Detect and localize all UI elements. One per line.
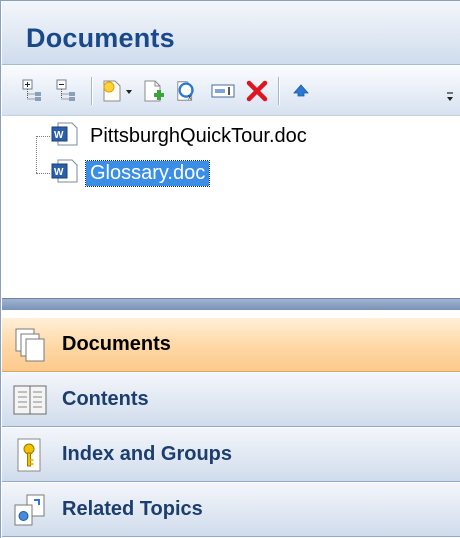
collapse-all-icon[interactable] — [55, 79, 79, 103]
panel-title: Documents — [26, 23, 175, 53]
nav-item-label: Related Topics — [62, 498, 203, 520]
toolbar-overflow-icon[interactable] — [445, 85, 455, 109]
nav-item-label: Contents — [62, 388, 149, 410]
svg-text:W: W — [54, 167, 64, 178]
panel-header: Documents — [2, 1, 460, 65]
tree-connector — [36, 136, 37, 173]
tree-item-label: PittsburghQuickTour.doc — [90, 124, 307, 147]
tree-item[interactable]: W PittsburghQuickTour.doc — [50, 121, 311, 151]
related-topics-icon — [12, 492, 48, 528]
document-tree: W PittsburghQuickTour.doc W Glossary.doc — [2, 116, 460, 298]
add-document-icon[interactable] — [142, 79, 166, 103]
tree-item-label: Glossary.doc — [84, 159, 211, 187]
documents-toolbar: x — [2, 65, 460, 116]
nav-item-related-topics[interactable]: Related Topics — [2, 483, 460, 537]
rename-icon[interactable] — [211, 79, 235, 103]
key-icon — [12, 437, 48, 473]
word-document-icon: W — [50, 158, 80, 189]
tree-connector — [36, 173, 50, 174]
svg-text:x: x — [188, 92, 192, 101]
delete-icon[interactable] — [245, 79, 269, 103]
new-document-dropdown-icon[interactable] — [100, 79, 136, 103]
tree-connector — [36, 136, 50, 137]
replace-document-icon[interactable]: x — [175, 79, 199, 103]
nav-item-contents[interactable]: Contents — [2, 373, 460, 427]
nav-pane-splitter[interactable] — [2, 298, 460, 310]
nav-item-index-and-groups[interactable]: Index and Groups — [2, 428, 460, 482]
tree-item-selected[interactable]: W Glossary.doc — [50, 158, 211, 189]
nav-item-label: Index and Groups — [62, 443, 233, 465]
expand-all-icon[interactable] — [21, 79, 45, 103]
contents-book-icon — [12, 382, 48, 418]
toolbar-separator-2 — [278, 77, 279, 105]
documents-icon — [12, 327, 48, 363]
svg-text:W: W — [54, 130, 64, 141]
documents-panel: Documents x W PittsburghQuickTour.doc W … — [0, 0, 460, 538]
toolbar-separator — [91, 77, 92, 105]
move-up-icon[interactable] — [289, 79, 313, 103]
word-document-icon: W — [50, 121, 80, 152]
nav-item-label: Documents — [62, 333, 171, 355]
nav-item-documents[interactable]: Documents — [2, 318, 460, 372]
